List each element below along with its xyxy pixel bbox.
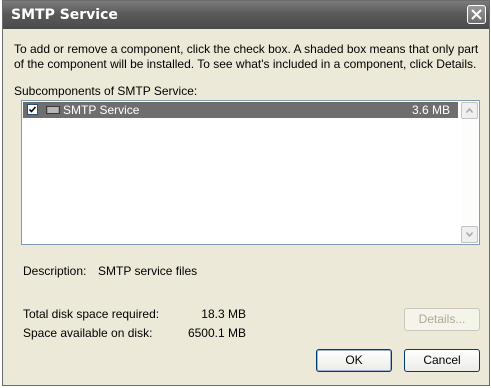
details-button[interactable]: Details...: [404, 308, 480, 331]
window-title: SMTP Service: [11, 7, 118, 23]
close-button[interactable]: [467, 5, 486, 24]
component-name: SMTP Service: [63, 103, 140, 117]
scroll-up-button[interactable]: [461, 102, 478, 119]
ok-button[interactable]: OK: [316, 349, 392, 372]
cancel-button[interactable]: Cancel: [404, 349, 480, 372]
component-size: 3.6 MB: [411, 103, 450, 117]
description-label: Description:: [23, 264, 87, 278]
component-checkbox[interactable]: [27, 104, 38, 115]
disk-required-label: Total disk space required:: [23, 307, 160, 321]
title-bar[interactable]: SMTP Service: [3, 1, 489, 29]
subcomponents-label: Subcomponents of SMTP Service:: [14, 84, 198, 98]
smtp-service-dialog: SMTP Service To add or remove a componen…: [2, 0, 490, 386]
component-icon: [46, 106, 60, 114]
scroll-down-button[interactable]: [461, 226, 478, 243]
disk-available-label: Space available on disk:: [23, 326, 153, 340]
checkmark-icon: [28, 106, 37, 113]
disk-available-value: 6500.1 MB: [187, 326, 246, 340]
list-item-smtp-service[interactable]: SMTP Service 3.6 MB: [23, 102, 458, 118]
vertical-scrollbar[interactable]: [461, 102, 478, 243]
scroll-down-arrow-icon: [466, 232, 473, 237]
description: Description: SMTP service files: [23, 264, 197, 278]
instructions-text: To add or remove a component, click the …: [14, 42, 479, 71]
scroll-up-arrow-icon: [466, 108, 473, 113]
subcomponents-list[interactable]: SMTP Service 3.6 MB: [21, 100, 480, 245]
disk-required-value: 18.3 MB: [201, 307, 246, 321]
description-value: SMTP service files: [98, 264, 198, 278]
close-icon: [471, 9, 482, 20]
